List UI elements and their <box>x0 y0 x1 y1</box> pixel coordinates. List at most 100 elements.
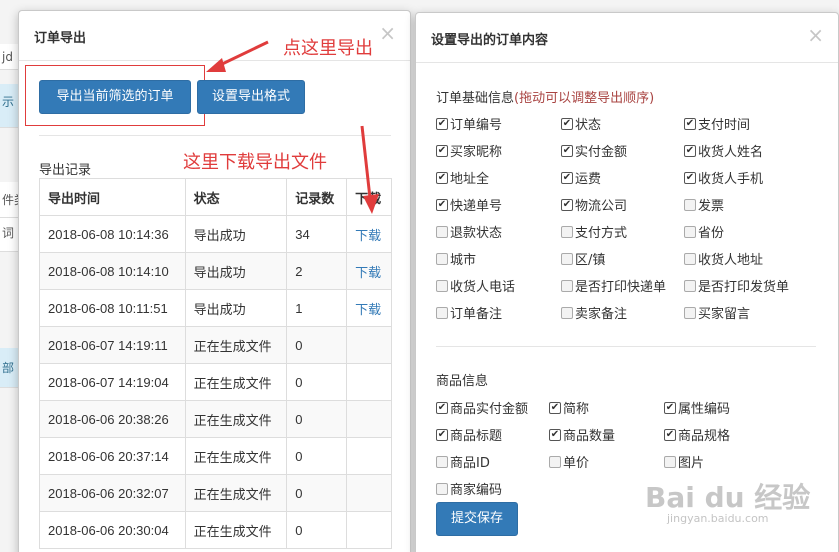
basic-field-checkbox[interactable]: 是否打印发货单 <box>684 276 789 295</box>
basic-field-checkbox[interactable]: 卖家备注 <box>561 303 627 322</box>
basic-field-checkbox[interactable]: ✔ 地址全 <box>436 168 489 187</box>
baidu-watermark-logo: Bai du 经验 <box>645 481 811 514</box>
checked-box-icon[interactable]: ✔ <box>436 428 448 441</box>
unchecked-box-icon[interactable] <box>561 279 573 292</box>
unchecked-box-icon[interactable] <box>561 225 573 238</box>
basic-field-checkbox[interactable]: ✔ 收货人手机 <box>684 168 763 187</box>
checked-box-icon[interactable]: ✔ <box>436 144 448 157</box>
checked-box-icon[interactable]: ✔ <box>549 428 561 441</box>
checkbox-label: 卖家备注 <box>575 307 628 322</box>
basic-field-checkbox[interactable]: 是否打印快递单 <box>561 276 666 295</box>
unchecked-box-icon[interactable] <box>436 225 448 238</box>
unchecked-box-icon[interactable] <box>684 225 696 238</box>
basic-field-checkbox[interactable]: 城市 <box>436 249 476 268</box>
goods-group-title: 商品信息 <box>436 374 489 389</box>
export-current-orders-button[interactable]: 导出当前筛选的订单 <box>39 80 191 114</box>
goods-field-checkbox[interactable]: 单价 <box>549 452 589 471</box>
checked-box-icon[interactable]: ✔ <box>664 401 676 414</box>
goods-field-checkbox[interactable]: ✔ 商品规格 <box>664 425 730 444</box>
goods-field-checkbox[interactable]: ✔ 简称 <box>549 398 589 417</box>
basic-field-checkbox[interactable]: ✔ 买家昵称 <box>436 141 502 160</box>
basic-field-checkbox[interactable]: ✔ 订单编号 <box>436 114 502 133</box>
unchecked-box-icon[interactable] <box>549 455 561 468</box>
unchecked-box-icon[interactable] <box>664 455 676 468</box>
basic-field-checkbox[interactable]: ✔ 快递单号 <box>436 195 502 214</box>
unchecked-box-icon[interactable] <box>684 252 696 265</box>
download-link[interactable]: 下载 <box>346 252 392 290</box>
checkbox-label: 支付时间 <box>698 118 751 133</box>
basic-field-checkbox[interactable]: ✔ 收货人姓名 <box>684 141 763 160</box>
basic-field-checkbox[interactable]: 收货人地址 <box>684 249 763 268</box>
cell-export-time: 2018-06-06 20:38:26 <box>39 400 186 438</box>
checkbox-label: 发票 <box>698 199 725 214</box>
checked-box-icon[interactable]: ✔ <box>684 144 696 157</box>
export-format-button[interactable]: 设置导出格式 <box>197 80 305 114</box>
basic-field-checkbox[interactable]: 区/镇 <box>561 249 605 268</box>
unchecked-box-icon[interactable] <box>436 455 448 468</box>
basic-field-checkbox[interactable]: ✔ 物流公司 <box>561 195 627 214</box>
basic-field-checkbox[interactable]: 收货人电话 <box>436 276 515 295</box>
unchecked-box-icon[interactable] <box>684 198 696 211</box>
goods-field-checkbox[interactable]: ✔ 商品实付金额 <box>436 398 528 417</box>
checkbox-label: 地址全 <box>450 172 490 187</box>
cell-download-empty <box>346 400 392 438</box>
download-link[interactable]: 下载 <box>346 215 392 253</box>
basic-field-checkbox[interactable]: ✔ 运费 <box>561 168 601 187</box>
divider <box>436 346 816 347</box>
checked-box-icon[interactable]: ✔ <box>684 171 696 184</box>
checkbox-label: 买家昵称 <box>450 145 503 160</box>
checked-box-icon[interactable]: ✔ <box>436 171 448 184</box>
unchecked-box-icon[interactable] <box>561 306 573 319</box>
goods-field-checkbox[interactable]: 图片 <box>664 452 704 471</box>
basic-field-checkbox[interactable]: 支付方式 <box>561 222 627 241</box>
goods-field-checkbox[interactable]: ✔ 属性编码 <box>664 398 730 417</box>
download-link[interactable]: 下载 <box>346 289 392 327</box>
unchecked-box-icon[interactable] <box>561 252 573 265</box>
baidu-watermark-url: jingyan.baidu.com <box>667 512 769 525</box>
goods-field-checkbox[interactable]: 商家编码 <box>436 479 502 498</box>
goods-field-checkbox[interactable]: ✔ 商品数量 <box>549 425 615 444</box>
unchecked-box-icon[interactable] <box>436 252 448 265</box>
checked-box-icon[interactable]: ✔ <box>561 117 573 130</box>
basic-field-checkbox[interactable]: ✔ 支付时间 <box>684 114 750 133</box>
cell-status: 导出成功 <box>184 215 288 253</box>
close-icon[interactable]: × <box>379 23 396 43</box>
unchecked-box-icon[interactable] <box>684 279 696 292</box>
basic-field-checkbox[interactable]: 退款状态 <box>436 222 502 241</box>
basic-field-checkbox[interactable]: ✔ 实付金额 <box>561 141 627 160</box>
unchecked-box-icon[interactable] <box>436 482 448 495</box>
unchecked-box-icon[interactable] <box>684 306 696 319</box>
checked-box-icon[interactable]: ✔ <box>684 117 696 130</box>
close-icon[interactable]: × <box>807 25 824 45</box>
checkbox-label: 是否打印发货单 <box>698 280 790 295</box>
checked-box-icon[interactable]: ✔ <box>436 401 448 414</box>
goods-field-checkbox[interactable]: ✔ 商品标题 <box>436 425 502 444</box>
checkbox-label: 物流公司 <box>575 199 628 214</box>
submit-save-button[interactable]: 提交保存 <box>436 502 518 536</box>
checked-box-icon[interactable]: ✔ <box>561 171 573 184</box>
basic-field-checkbox[interactable]: 省份 <box>684 222 724 241</box>
checked-box-icon[interactable]: ✔ <box>561 144 573 157</box>
checked-box-icon[interactable]: ✔ <box>549 401 561 414</box>
basic-field-checkbox[interactable]: 买家留言 <box>684 303 750 322</box>
checked-box-icon[interactable]: ✔ <box>436 117 448 130</box>
export-settings-modal: 设置导出的订单内容 × 订单基础信息(拖动可以调整导出顺序) ✔ 订单编号 ✔ 状态 ✔… <box>415 12 839 552</box>
column-header-count: 记录数 <box>286 178 348 216</box>
unchecked-box-icon[interactable] <box>436 279 448 292</box>
cell-status: 导出成功 <box>184 252 288 290</box>
checkbox-label: 简称 <box>563 402 590 417</box>
checked-box-icon[interactable]: ✔ <box>561 198 573 211</box>
basic-field-checkbox[interactable]: ✔ 状态 <box>561 114 601 133</box>
checkbox-label: 运费 <box>575 172 602 187</box>
checkbox-label: 退款状态 <box>450 226 503 241</box>
checked-box-icon[interactable]: ✔ <box>436 198 448 211</box>
goods-field-checkbox[interactable]: 商品ID <box>436 452 490 471</box>
cell-download-empty <box>346 511 392 549</box>
records-title: 导出记录 <box>39 163 92 178</box>
checkbox-label: 区/镇 <box>575 253 606 268</box>
checked-box-icon[interactable]: ✔ <box>664 428 676 441</box>
checkbox-label: 属性编码 <box>678 402 731 417</box>
basic-field-checkbox[interactable]: 发票 <box>684 195 724 214</box>
unchecked-box-icon[interactable] <box>436 306 448 319</box>
basic-field-checkbox[interactable]: 订单备注 <box>436 303 502 322</box>
